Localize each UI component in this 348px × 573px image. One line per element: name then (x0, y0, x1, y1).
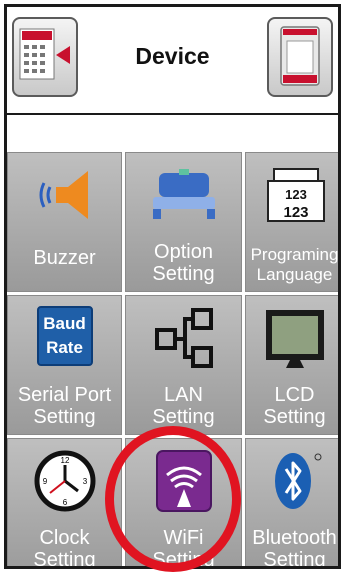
svg-text:12: 12 (60, 456, 69, 465)
svg-text:123: 123 (285, 187, 307, 202)
tile-label: Serial Port Setting (17, 384, 112, 428)
svg-text:9: 9 (42, 477, 47, 486)
page-title: Device (135, 43, 210, 69)
network-icon (154, 308, 213, 368)
tile-label: Buzzer (33, 247, 96, 269)
tile-label: LCD Setting (263, 384, 326, 428)
monitor-icon (265, 310, 324, 368)
tile-label: Programing Language (250, 245, 339, 284)
clock-icon: 12 3 6 9 (34, 450, 95, 512)
back-button[interactable] (12, 17, 78, 97)
tile-label: Option Setting (152, 241, 215, 285)
tile-lcd-setting[interactable]: LCD Setting (245, 295, 338, 435)
svg-text:123: 123 (283, 204, 308, 221)
baud-rate-icon: Baud Rate (36, 306, 93, 366)
label-printer-icon: 123 123 (266, 168, 325, 222)
printer-button[interactable] (267, 17, 333, 97)
tile-buzzer[interactable]: Buzzer (7, 152, 122, 292)
keypad-back-icon (19, 28, 70, 80)
tile-programing-language[interactable]: 123 123 Programing Language (245, 152, 339, 292)
bluetooth-icon (274, 453, 321, 509)
wifi-icon (155, 450, 212, 512)
tile-label: Clock Setting (33, 527, 96, 569)
tile-clock-setting[interactable]: 12 3 6 9 Clock Setting (7, 438, 122, 569)
speaker-icon (39, 171, 88, 219)
tile-label: Bluetooth Setting (252, 527, 337, 569)
printer-icon (280, 26, 320, 86)
tile-lan-setting[interactable]: LAN Setting (125, 295, 242, 435)
option-device-icon (152, 169, 215, 219)
svg-text:6: 6 (62, 498, 67, 507)
tile-serial-port-setting[interactable]: Baud Rate Serial Port Setting (7, 295, 122, 435)
settings-grid: Buzzer Option Setting 123 123 Programing… (7, 152, 339, 569)
tile-label: WiFi Setting (152, 527, 215, 569)
device-screen: Device Buzzer Option Setting 123 123 Pro… (4, 4, 341, 569)
tile-bluetooth-setting[interactable]: Bluetooth Setting (245, 438, 338, 569)
tile-option-setting[interactable]: Option Setting (125, 152, 242, 292)
header-bar: Device (7, 7, 338, 115)
svg-text:3: 3 (82, 477, 87, 486)
tile-wifi-setting[interactable]: WiFi Setting (125, 438, 242, 569)
tile-label: LAN Setting (152, 384, 215, 428)
